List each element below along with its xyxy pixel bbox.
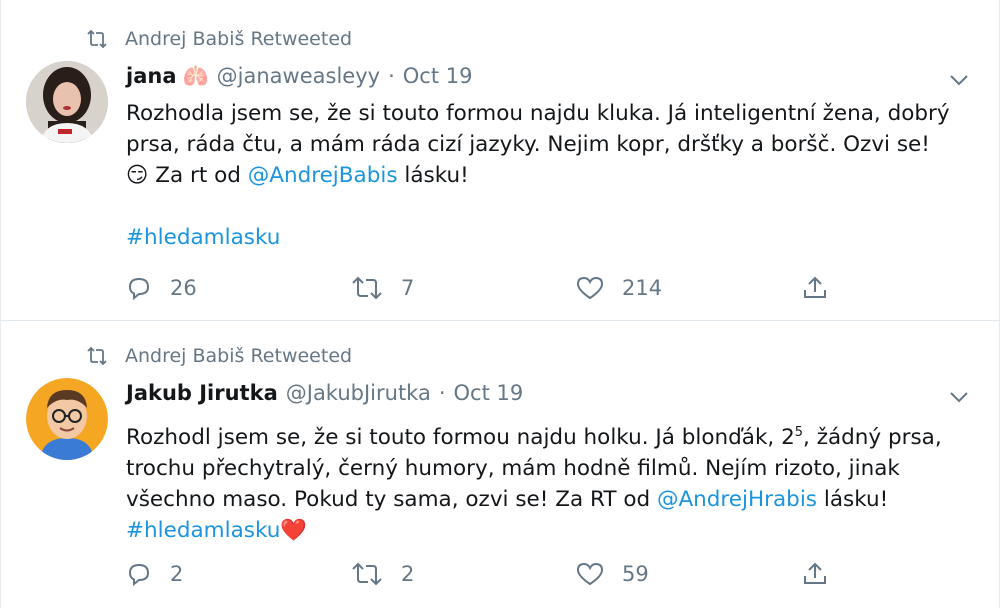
display-name[interactable]: jana <box>126 64 177 88</box>
tweet-header: Jakub Jirutka @JakubJirutka · Oct 19 <box>126 381 523 405</box>
chevron-down-icon[interactable] <box>947 389 971 405</box>
share-icon <box>804 562 826 584</box>
heart-icon <box>576 562 604 586</box>
share-button[interactable] <box>802 561 846 587</box>
text-line: trochu přechytralý, černý humory, mám ho… <box>126 456 900 482</box>
retweet-count: 7 <box>401 276 415 300</box>
text-fragment: lásku! <box>397 163 469 188</box>
timestamp[interactable]: Oct 19 <box>454 381 524 405</box>
face-emoji: 😏 <box>126 163 149 188</box>
retweet-icon <box>87 347 107 365</box>
heart-emoji: ❤️ <box>280 518 308 544</box>
avatar-illustration <box>26 378 108 460</box>
chevron-down-icon[interactable] <box>947 72 971 88</box>
like-count: 59 <box>622 562 649 586</box>
share-icon <box>804 276 826 298</box>
reply-icon <box>128 277 150 300</box>
separator: · <box>388 64 395 88</box>
avatar[interactable] <box>26 378 108 460</box>
reply-count: 2 <box>170 562 184 586</box>
reply-icon <box>128 563 150 586</box>
separator: · <box>438 381 446 405</box>
mention-link[interactable]: @AndrejHrabis <box>657 487 817 512</box>
like-count: 214 <box>622 276 663 300</box>
retweet-button[interactable]: 2 <box>351 562 576 586</box>
retweet-icon <box>352 276 382 300</box>
tweet-actions: 2 2 59 <box>126 561 846 587</box>
tweet[interactable]: Andrej Babiš Retweeted jana 🫁 @janaweasl… <box>1 0 999 320</box>
avatar[interactable] <box>26 61 108 143</box>
text-line: prsa, ráda čtu, a mám ráda cizí jazyky. … <box>126 132 930 157</box>
text-fragment: , žádný prsa, <box>803 425 942 451</box>
text-line: 😏 Za rt od @AndrejBabis lásku! <box>126 160 976 191</box>
tweet[interactable]: Andrej Babiš Retweeted Jakub Jirutka @Ja… <box>1 321 999 608</box>
text-fragment: lásku! <box>817 487 889 513</box>
text-fragment: všechno maso. Pokud ty sama, ozvi se! Za… <box>126 487 657 513</box>
reply-button[interactable]: 2 <box>126 562 351 586</box>
retweet-icon <box>87 30 107 48</box>
hashtag-link[interactable]: #hledamlasku <box>126 518 280 543</box>
tweet-text: Rozhodla jsem se, že si touto formou naj… <box>126 98 976 253</box>
heart-icon <box>576 276 604 300</box>
handle[interactable]: @janaweasleyy <box>217 64 380 88</box>
timestamp[interactable]: Oct 19 <box>403 64 473 88</box>
retweeted-by-label: Andrej Babiš Retweeted <box>125 28 353 50</box>
text-line: Rozhodl jsem se, že si touto formou najd… <box>126 417 976 453</box>
superscript: 5 <box>794 425 804 440</box>
text-line: Rozhodla jsem se, že si touto formou naj… <box>126 101 950 126</box>
share-button[interactable] <box>802 275 846 301</box>
retweet-icon <box>352 562 382 586</box>
display-name[interactable]: Jakub Jirutka <box>126 381 278 405</box>
like-button[interactable]: 214 <box>576 276 802 300</box>
hashtag-link[interactable]: #hledamlasku <box>126 222 976 253</box>
text-line: #hledamlasku❤️ <box>126 515 976 546</box>
tweet-text: Rozhodl jsem se, že si touto formou najd… <box>126 417 976 546</box>
timeline: Andrej Babiš Retweeted jana 🫁 @janaweasl… <box>0 0 1000 608</box>
mention-link[interactable]: @AndrejBabis <box>248 163 398 188</box>
retweet-context[interactable]: Andrej Babiš Retweeted <box>85 28 352 50</box>
text-line: všechno maso. Pokud ty sama, ozvi se! Za… <box>126 484 976 515</box>
name-emoji: 🫁 <box>182 64 209 88</box>
handle[interactable]: @JakubJirutka <box>286 381 431 405</box>
reply-count: 26 <box>170 276 197 300</box>
text-fragment: Rozhodl jsem se, že si touto formou najd… <box>126 425 795 451</box>
retweet-context[interactable]: Andrej Babiš Retweeted <box>85 345 352 367</box>
retweet-count: 2 <box>401 562 415 586</box>
retweeted-by-label: Andrej Babiš Retweeted <box>125 345 353 367</box>
tweet-header: jana 🫁 @janaweasleyy · Oct 19 <box>126 64 472 89</box>
reply-button[interactable]: 26 <box>126 276 351 300</box>
tweet-actions: 26 7 214 <box>126 275 846 301</box>
like-button[interactable]: 59 <box>576 562 802 586</box>
text-fragment: Za rt od <box>148 163 248 188</box>
retweet-button[interactable]: 7 <box>351 276 576 300</box>
avatar-photo <box>26 61 108 143</box>
